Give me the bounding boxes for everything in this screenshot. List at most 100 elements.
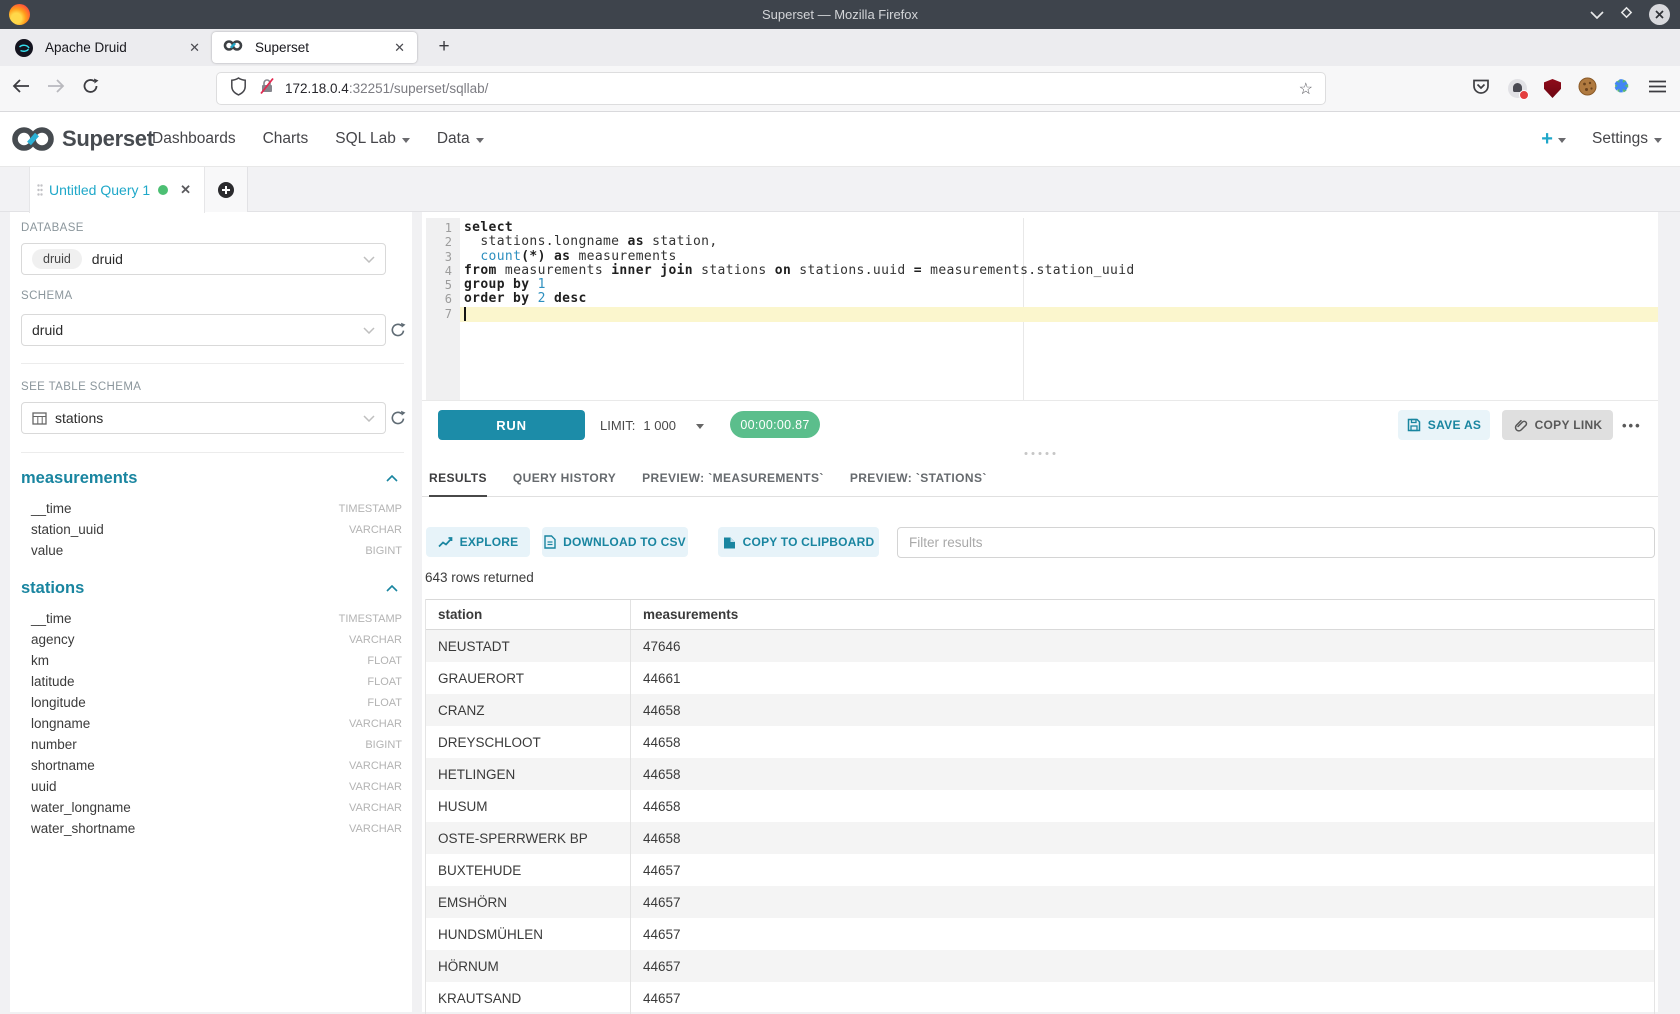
code-line[interactable]: count(*) as measurements bbox=[464, 250, 1135, 264]
code-line[interactable]: from measurements inner join stations on… bbox=[464, 264, 1135, 278]
table-row[interactable]: HUSUM44658 bbox=[426, 790, 1654, 822]
tab-results[interactable]: RESULTS bbox=[429, 460, 487, 497]
table-row[interactable]: GRAUERORT44661 bbox=[426, 662, 1654, 694]
extension-icon[interactable] bbox=[1508, 79, 1527, 98]
table-row[interactable]: EMSHÖRN44657 bbox=[426, 886, 1654, 918]
url-bar[interactable]: 172.18.0.4:32251/superset/sqllab/ ☆ bbox=[217, 73, 1325, 104]
menu-hamburger-icon[interactable] bbox=[1649, 80, 1666, 98]
stations-section-header[interactable]: stations bbox=[21, 577, 404, 599]
nav-data[interactable]: Data bbox=[437, 130, 484, 148]
download-csv-button[interactable]: DOWNLOAD TO CSV bbox=[542, 527, 688, 557]
chevron-down-icon[interactable] bbox=[696, 424, 704, 429]
table-row[interactable]: CRANZ44658 bbox=[426, 694, 1654, 726]
save-icon bbox=[1407, 418, 1421, 432]
chevron-up-icon[interactable] bbox=[386, 469, 398, 487]
settings-menu[interactable]: Settings bbox=[1592, 130, 1662, 148]
chevron-up-icon[interactable] bbox=[386, 579, 398, 597]
browser-tab-druid[interactable]: Apache Druid ✕ bbox=[0, 29, 212, 66]
code-line[interactable]: group by 1 bbox=[464, 278, 1135, 292]
code-line[interactable] bbox=[464, 307, 1135, 321]
column-header-measurements[interactable]: measurements bbox=[631, 600, 1654, 629]
nav-sql-lab[interactable]: SQL Lab bbox=[335, 130, 410, 148]
column-row[interactable]: water_shortnameVARCHAR bbox=[21, 818, 402, 839]
tab-preview-measurements[interactable]: PREVIEW: `MEASUREMENTS` bbox=[642, 460, 824, 497]
column-row[interactable]: __timeTIMESTAMP bbox=[21, 608, 402, 629]
browser-tab-title: Superset bbox=[255, 40, 390, 55]
window-minimize-icon[interactable] bbox=[1590, 6, 1604, 24]
back-icon[interactable] bbox=[12, 79, 30, 98]
column-row[interactable]: latitudeFLOAT bbox=[21, 671, 402, 692]
table-row[interactable]: HUNDSMÜHLEN44657 bbox=[426, 918, 1654, 950]
reload-icon[interactable] bbox=[82, 78, 99, 99]
pocket-icon[interactable] bbox=[1471, 77, 1491, 101]
column-row[interactable]: kmFLOAT bbox=[21, 650, 402, 671]
nav-dashboards[interactable]: Dashboards bbox=[152, 130, 236, 148]
column-row[interactable]: station_uuidVARCHAR bbox=[21, 519, 402, 540]
tracking-shield-icon[interactable] bbox=[230, 77, 247, 101]
explore-button[interactable]: EXPLORE bbox=[426, 527, 530, 557]
browser-tab-superset[interactable]: Superset ✕ bbox=[212, 32, 417, 63]
insecure-lock-icon[interactable] bbox=[259, 77, 275, 100]
column-row[interactable]: __timeTIMESTAMP bbox=[21, 498, 402, 519]
table-row[interactable]: DREYSCHLOOT44658 bbox=[426, 726, 1654, 758]
save-as-button[interactable]: SAVE AS bbox=[1398, 410, 1490, 440]
copy-link-button[interactable]: COPY LINK bbox=[1502, 410, 1613, 440]
more-actions-button[interactable]: ••• bbox=[1622, 410, 1642, 440]
window-maximize-icon[interactable] bbox=[1620, 6, 1633, 24]
column-row[interactable]: shortnameVARCHAR bbox=[21, 755, 402, 776]
code-line[interactable]: select bbox=[464, 221, 1135, 235]
column-row[interactable]: water_longnameVARCHAR bbox=[21, 797, 402, 818]
new-query-tab-button[interactable] bbox=[205, 167, 248, 212]
query-tab-close-icon[interactable]: ✕ bbox=[175, 180, 196, 200]
tab-close-icon[interactable]: ✕ bbox=[185, 38, 204, 58]
column-row[interactable]: agencyVARCHAR bbox=[21, 629, 402, 650]
add-new-button[interactable]: + bbox=[1541, 128, 1566, 151]
table-row[interactable]: BUXTEHUDE44657 bbox=[426, 854, 1654, 886]
column-row[interactable]: numberBIGINT bbox=[21, 734, 402, 755]
nav-charts[interactable]: Charts bbox=[263, 130, 309, 148]
ublock-icon[interactable] bbox=[1544, 79, 1561, 98]
column-row[interactable]: valueBIGINT bbox=[21, 540, 402, 561]
window-close-icon[interactable] bbox=[1649, 4, 1670, 25]
table-select[interactable]: stations bbox=[21, 402, 386, 434]
sqllab-sidebar: DATABASE druid druid SCHEMA druid SEE TA… bbox=[10, 212, 412, 1012]
query-tab[interactable]: Untitled Query 1 ✕ bbox=[29, 167, 205, 213]
column-header-station[interactable]: station bbox=[426, 600, 631, 629]
limit-control[interactable]: LIMIT: 1 000 bbox=[600, 410, 704, 440]
tab-close-icon[interactable]: ✕ bbox=[390, 38, 409, 58]
tab-preview-stations[interactable]: PREVIEW: `STATIONS` bbox=[850, 460, 987, 497]
measurements-columns: __timeTIMESTAMPstation_uuidVARCHARvalueB… bbox=[21, 498, 402, 561]
measurements-section-header[interactable]: measurements bbox=[21, 467, 404, 489]
query-tab-title: Untitled Query 1 bbox=[49, 182, 150, 198]
superset-logo[interactable]: Superset bbox=[11, 112, 154, 166]
table-row[interactable]: HETLINGEN44658 bbox=[426, 758, 1654, 790]
tab-query-history[interactable]: QUERY HISTORY bbox=[513, 460, 616, 497]
window-titlebar[interactable]: Superset — Mozilla Firefox bbox=[0, 0, 1680, 29]
url-text[interactable]: 172.18.0.4:32251/superset/sqllab/ bbox=[285, 81, 1299, 96]
copy-to-clipboard-button[interactable]: COPY TO CLIPBOARD bbox=[718, 527, 879, 557]
forward-icon[interactable] bbox=[47, 79, 65, 98]
table-row[interactable]: KRAUTSAND44657 bbox=[426, 982, 1654, 1014]
schema-select[interactable]: druid bbox=[21, 314, 386, 346]
table-row[interactable]: HÖRNUM44657 bbox=[426, 950, 1654, 982]
filter-results-input[interactable] bbox=[897, 527, 1655, 558]
code-lines[interactable]: select stations.longname as station, cou… bbox=[464, 221, 1135, 321]
run-button[interactable]: RUN bbox=[438, 410, 585, 440]
column-row[interactable]: uuidVARCHAR bbox=[21, 776, 402, 797]
table-row[interactable]: OSTE-SPERRWERK BP44658 bbox=[426, 822, 1654, 854]
consent-asterisk-icon[interactable]: ✱✱ bbox=[1614, 80, 1632, 98]
database-select[interactable]: druid druid bbox=[21, 243, 386, 275]
code-line[interactable]: order by 2 desc bbox=[464, 292, 1135, 306]
code-line[interactable]: stations.longname as station, bbox=[464, 235, 1135, 249]
refresh-tables-icon[interactable] bbox=[390, 410, 406, 426]
chevron-down-icon bbox=[363, 321, 375, 339]
pane-resize-handle[interactable] bbox=[1025, 452, 1056, 455]
column-row[interactable]: longitudeFLOAT bbox=[21, 692, 402, 713]
refresh-schemas-icon[interactable] bbox=[390, 322, 406, 338]
drag-handle-icon[interactable] bbox=[37, 184, 43, 196]
table-row[interactable]: NEUSTADT47646 bbox=[426, 630, 1654, 662]
cookie-icon[interactable] bbox=[1578, 77, 1597, 101]
new-tab-button[interactable]: + bbox=[431, 34, 457, 60]
bookmark-star-icon[interactable]: ☆ bbox=[1299, 79, 1313, 99]
column-row[interactable]: longnameVARCHAR bbox=[21, 713, 402, 734]
